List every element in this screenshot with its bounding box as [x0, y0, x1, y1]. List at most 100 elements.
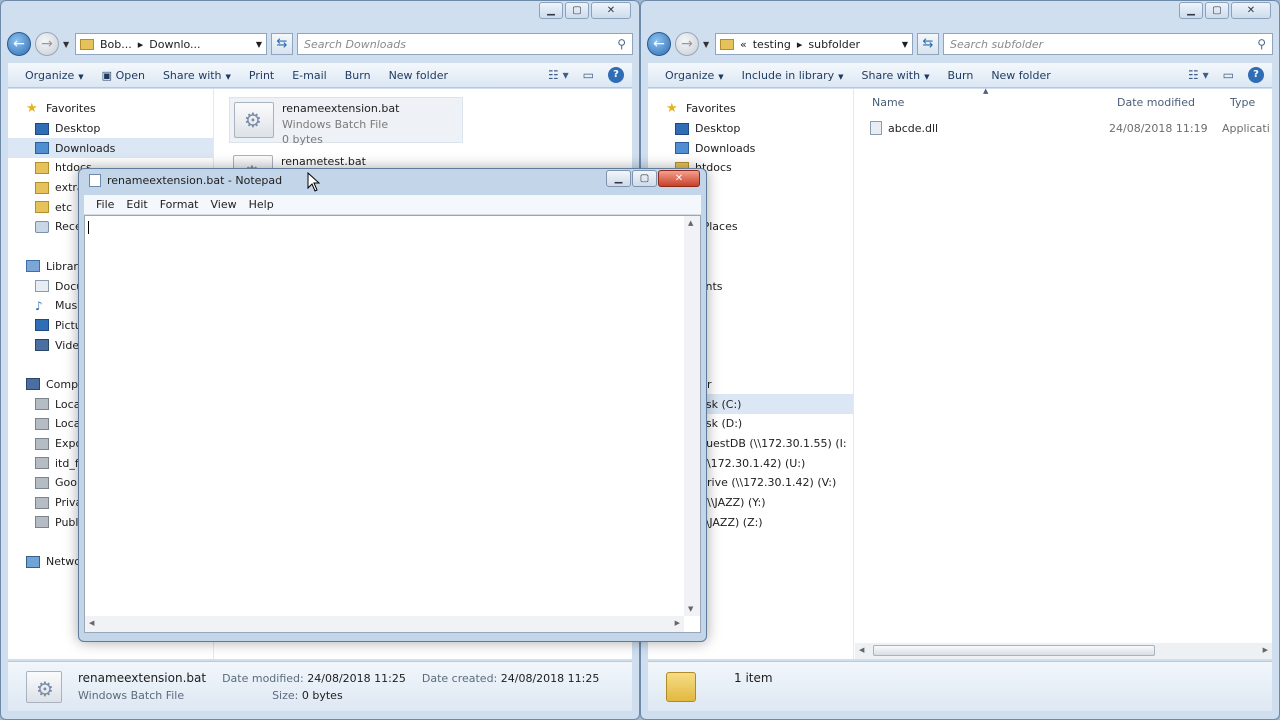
desktop-icon	[675, 122, 689, 135]
burn-button[interactable]: Burn	[938, 63, 982, 88]
breadcrumb-0[interactable]: testing	[753, 38, 791, 51]
scroll-up-icon[interactable]: ▲	[688, 219, 693, 227]
change-view-icon[interactable]: ☷ ▾	[548, 68, 569, 82]
network-icon	[26, 555, 40, 568]
burn-button[interactable]: Burn	[336, 63, 380, 88]
notepad-title-bar[interactable]: renameextension.bat - Notepad	[89, 174, 282, 187]
column-header-name[interactable]: Name	[872, 96, 904, 109]
maximize-button[interactable]: ▢	[565, 2, 589, 19]
scroll-thumb[interactable]	[873, 645, 1155, 656]
nav-item[interactable]: Desktop	[648, 119, 853, 139]
vertical-scrollbar[interactable]: ▲ ▼	[684, 216, 700, 616]
text-editor[interactable]: ▲ ▼ ◀ ▶	[84, 215, 701, 633]
star-icon: ★	[26, 100, 38, 116]
nav-item[interactable]: ★ Favorites	[648, 99, 853, 119]
breadcrumb-0[interactable]: Bob...	[100, 38, 132, 51]
breadcrumb-1[interactable]: subfolder	[808, 38, 860, 51]
star-icon: ★	[666, 100, 678, 116]
new-folder-button[interactable]: New folder	[982, 63, 1059, 88]
details-file-name: renameextension.bat	[78, 671, 207, 685]
minimize-button[interactable]: ▁	[606, 170, 631, 187]
organize-button[interactable]: Organize ▼	[16, 63, 93, 88]
forward-icon[interactable]: →	[675, 32, 699, 56]
menu-edit[interactable]: Edit	[122, 198, 155, 211]
scroll-down-icon[interactable]: ▼	[688, 605, 693, 613]
search-icon[interactable]: ⚲	[1257, 37, 1266, 51]
address-bar[interactable]: Bob... ▸ Downlo... ▼	[75, 33, 267, 55]
title-bar[interactable]: ▁ ▢ ✕	[641, 1, 1279, 27]
include-in-library-button[interactable]: Include in library ▼	[733, 63, 853, 88]
minimize-button[interactable]: ▁	[1179, 2, 1203, 19]
column-header-type[interactable]: Type	[1230, 96, 1255, 109]
back-icon[interactable]: ←	[647, 32, 671, 56]
file-type: Applicati	[1222, 121, 1270, 135]
title-bar[interactable]: ▁ ▢ ✕	[1, 1, 639, 27]
nav-item[interactable]: ★ Favorites	[8, 99, 213, 119]
horizontal-scrollbar[interactable]: ◀ ▶	[855, 643, 1272, 659]
computer-icon	[26, 378, 40, 391]
address-bar[interactable]: « testing ▸ subfolder ▼	[715, 33, 913, 55]
email-button[interactable]: E-mail	[283, 63, 336, 88]
chevron-down-icon[interactable]: ▼	[902, 40, 908, 49]
disk-icon	[35, 417, 49, 430]
desktop-icon	[35, 122, 49, 135]
help-icon[interactable]: ?	[1248, 67, 1264, 83]
search-input[interactable]: Search subfolder ⚲	[943, 33, 1273, 55]
recent-pages-chevron-icon[interactable]: ▼	[703, 40, 711, 49]
scroll-right-icon[interactable]: ▶	[675, 619, 680, 627]
print-button[interactable]: Print	[240, 63, 283, 88]
recent-pages-chevron-icon[interactable]: ▼	[63, 40, 71, 49]
preview-pane-icon[interactable]: ▭	[583, 68, 594, 82]
nav-item-label: Comp	[46, 377, 79, 391]
share-with-button[interactable]: Share with ▼	[853, 63, 939, 88]
file-tile[interactable]: renameextension.bat Windows Batch File 0…	[229, 97, 463, 146]
music-icon: ♪	[35, 298, 43, 313]
search-icon[interactable]: ⚲	[617, 37, 626, 51]
close-button[interactable]: ✕	[591, 2, 631, 19]
address-row: ← → ▼ « testing ▸ subfolder ▼ ⇆ Search s…	[647, 31, 1273, 57]
folder-icon	[666, 671, 696, 702]
share-with-button[interactable]: Share with ▼	[154, 63, 240, 88]
nav-item-label: Loca	[55, 397, 81, 411]
nav-item[interactable]: Desktop	[8, 119, 213, 139]
refresh-icon[interactable]: ⇆	[917, 33, 939, 55]
folder-icon	[720, 38, 734, 50]
preview-pane-icon[interactable]: ▭	[1223, 68, 1234, 82]
scroll-right-icon[interactable]: ▶	[1263, 646, 1268, 654]
mouse-pointer-icon	[307, 172, 321, 192]
open-button[interactable]: ▣ Open	[93, 63, 154, 88]
breadcrumb-1[interactable]: Downlo...	[149, 38, 200, 51]
change-view-icon[interactable]: ☷ ▾	[1188, 68, 1209, 82]
maximize-button[interactable]: ▢	[632, 170, 657, 187]
table-row[interactable]: abcde.dll 24/08/2018 11:19 Applicati	[870, 121, 1270, 135]
search-input[interactable]: Search Downloads ⚲	[297, 33, 633, 55]
horizontal-scrollbar[interactable]: ◀ ▶	[85, 616, 684, 632]
back-icon[interactable]: ←	[7, 32, 31, 56]
minimize-button[interactable]: ▁	[539, 2, 563, 19]
new-folder-button[interactable]: New folder	[380, 63, 457, 88]
nav-item[interactable]: Downloads	[648, 138, 853, 158]
maximize-button[interactable]: ▢	[1205, 2, 1229, 19]
close-button[interactable]: ✕	[1231, 2, 1271, 19]
menu-help[interactable]: Help	[245, 198, 282, 211]
file-name: renameextension.bat	[282, 102, 400, 115]
folder-icon	[35, 201, 49, 214]
organize-button[interactable]: Organize ▼	[656, 63, 733, 88]
breadcrumb-overflow[interactable]: «	[740, 38, 747, 51]
scroll-left-icon[interactable]: ◀	[89, 619, 94, 627]
help-icon[interactable]: ?	[608, 67, 624, 83]
column-header-date-modified[interactable]: Date modified	[1117, 96, 1195, 109]
close-button[interactable]: ✕	[658, 170, 700, 187]
chevron-down-icon[interactable]: ▼	[256, 40, 262, 49]
refresh-icon[interactable]: ⇆	[271, 33, 293, 55]
network-drive-icon	[35, 496, 49, 509]
menu-file[interactable]: File	[92, 198, 122, 211]
nav-item[interactable]: Downloads	[8, 138, 213, 159]
menu-view[interactable]: View	[207, 198, 245, 211]
network-drive-icon	[35, 457, 49, 470]
nav-item-label: Musi	[55, 299, 81, 313]
menu-format[interactable]: Format	[156, 198, 207, 211]
forward-icon[interactable]: →	[35, 32, 59, 56]
search-placeholder: Search subfolder	[950, 37, 1044, 51]
scroll-left-icon[interactable]: ◀	[859, 646, 864, 654]
